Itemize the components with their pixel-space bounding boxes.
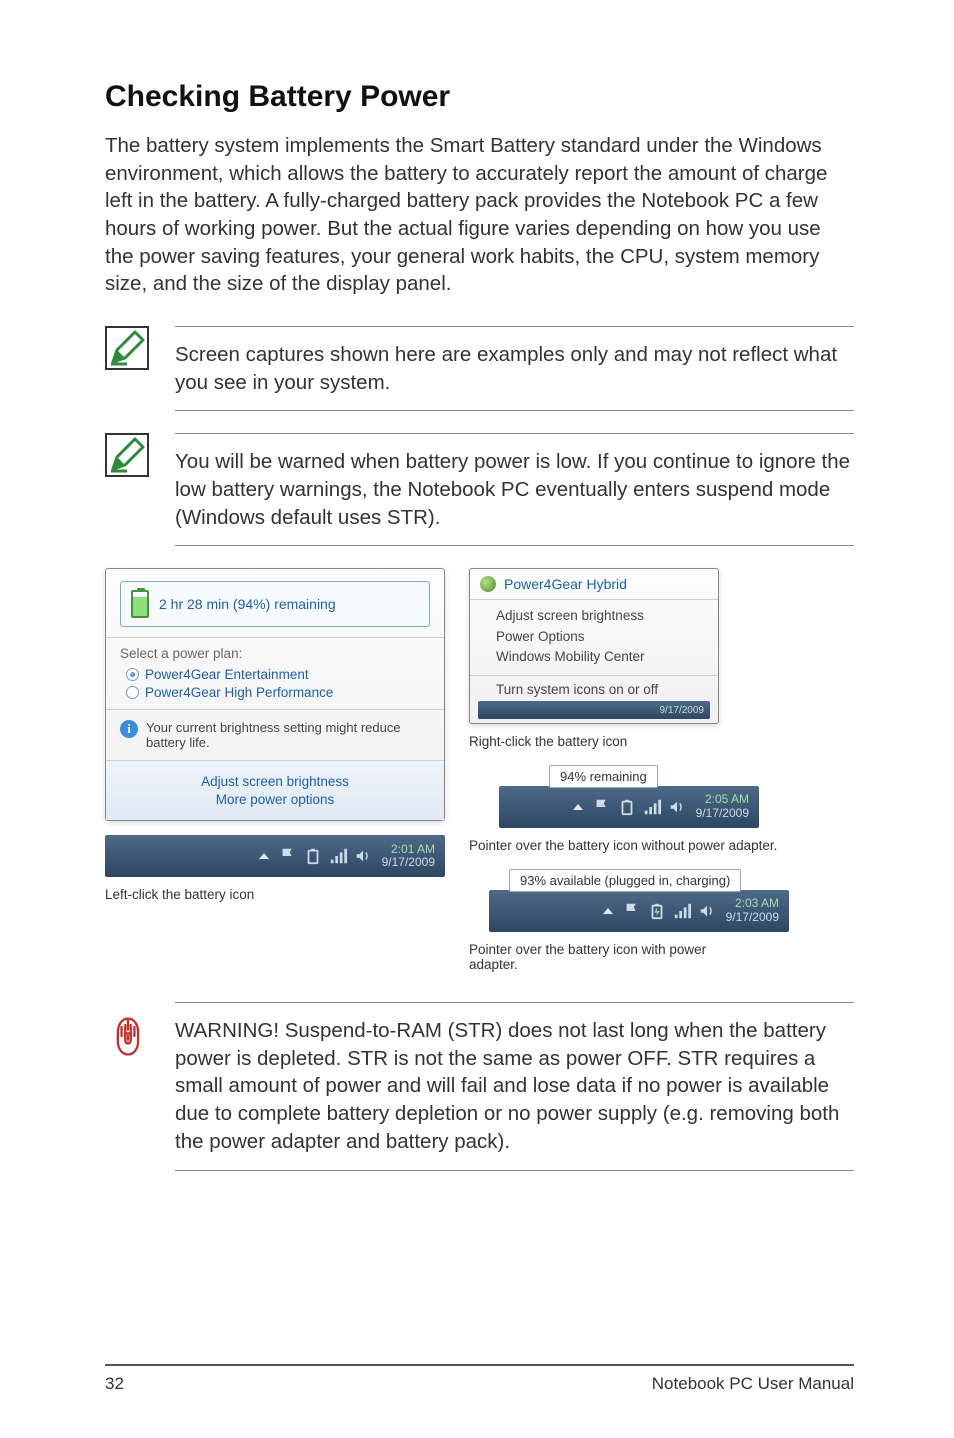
battery-left-click-popup: 2 hr 28 min (94%) remaining Select a pow… (105, 568, 445, 821)
figure-caption-right-click: Right-click the battery icon (469, 734, 849, 749)
warning-icon (105, 1002, 157, 1065)
power-plan-option[interactable]: Power4Gear High Performance (126, 685, 430, 700)
action-center-icon[interactable] (593, 798, 611, 816)
taskbar-tooltip1: 2:05 AM 9/17/2009 (499, 786, 759, 828)
manual-label: Notebook PC User Manual (652, 1374, 854, 1394)
network-icon[interactable] (643, 798, 661, 816)
power-plan-option-label: Power4Gear High Performance (145, 685, 333, 700)
battery-charging-tray-icon[interactable] (648, 902, 666, 920)
taskbar-clock[interactable]: 2:01 AM 9/17/2009 (382, 843, 435, 871)
taskbar-date: 9/17/2009 (726, 911, 779, 925)
tray-chevron-icon[interactable] (259, 853, 269, 859)
power-plan-label: Select a power plan: (120, 646, 430, 661)
context-menu-header[interactable]: Power4Gear Hybrid (470, 569, 718, 599)
action-center-icon[interactable] (623, 902, 641, 920)
context-menu-title: Power4Gear Hybrid (504, 576, 627, 592)
info-icon: i (120, 720, 138, 738)
context-menu-item[interactable]: Adjust screen brightness (496, 606, 704, 626)
battery-remaining-box: 2 hr 28 min (94%) remaining (120, 581, 430, 627)
radio-selected-icon (126, 668, 139, 681)
popup-actions: Adjust screen brightness More power opti… (106, 760, 444, 820)
taskbar-time: 2:05 AM (696, 793, 749, 807)
intro-paragraph: The battery system implements the Smart … (105, 132, 854, 298)
note-text: Screen captures shown here are examples … (175, 326, 854, 411)
battery-tray-icon[interactable] (304, 847, 322, 865)
figure-caption-tooltip2: Pointer over the battery icon with power… (469, 942, 729, 972)
taskbar-clock[interactable]: 2:03 AM 9/17/2009 (726, 897, 779, 925)
note-low-battery: You will be warned when battery power is… (105, 433, 854, 546)
power-plan-option-label: Power4Gear Entertainment (145, 667, 309, 682)
taskbar-clock[interactable]: 2:05 AM 9/17/2009 (696, 793, 749, 821)
page-number: 32 (105, 1374, 124, 1394)
volume-icon[interactable] (354, 847, 372, 865)
battery-icon (131, 590, 149, 618)
taskbar-time: 2:01 AM (382, 843, 435, 857)
power-plan-option[interactable]: Power4Gear Entertainment (126, 667, 430, 682)
network-icon[interactable] (673, 902, 691, 920)
section-title: Checking Battery Power (105, 80, 854, 114)
taskbar-date: 9/17/2009 (382, 856, 435, 870)
context-menu-item[interactable]: Power Options (496, 627, 704, 647)
warning-note: WARNING! Suspend-to-RAM (STR) does not l… (105, 1002, 854, 1170)
taskbar-left: 2:01 AM 9/17/2009 (105, 835, 445, 877)
power-plan-section: Select a power plan: Power4Gear Entertai… (106, 638, 444, 709)
battery-tooltip-unplugged: 94% remaining (549, 765, 658, 788)
figure-caption-left: Left-click the battery icon (105, 887, 445, 902)
brightness-info-text: Your current brightness setting might re… (146, 720, 430, 750)
battery-context-menu: Power4Gear Hybrid Adjust screen brightne… (469, 568, 719, 724)
battery-remaining-text: 2 hr 28 min (94%) remaining (159, 596, 336, 612)
battery-tooltip-plugged: 93% available (plugged in, charging) (509, 869, 741, 892)
tray-chevron-icon[interactable] (573, 804, 583, 810)
note-icon (105, 433, 149, 477)
taskbar-date: 9/17/2009 (696, 807, 749, 821)
brightness-info: i Your current brightness setting might … (106, 710, 444, 760)
page-footer: 32 Notebook PC User Manual (105, 1364, 854, 1394)
figure-caption-tooltip1: Pointer over the battery icon without po… (469, 838, 849, 853)
adjust-brightness-link[interactable]: Adjust screen brightness (106, 774, 444, 789)
more-power-options-link[interactable]: More power options (106, 792, 444, 807)
pencil-note-icon (107, 435, 147, 475)
context-menu-item[interactable]: Windows Mobility Center (496, 647, 704, 667)
note-text: You will be warned when battery power is… (175, 433, 854, 546)
tray-chevron-icon[interactable] (603, 908, 613, 914)
warning-hand-icon (105, 1014, 151, 1060)
taskbar-time: 2:03 AM (726, 897, 779, 911)
network-icon[interactable] (329, 847, 347, 865)
volume-icon[interactable] (668, 798, 686, 816)
context-taskbar-strip: 9/17/2009 (478, 701, 710, 719)
radio-icon (126, 686, 139, 699)
taskbar-tooltip2: 2:03 AM 9/17/2009 (489, 890, 789, 932)
power4gear-icon (480, 576, 496, 592)
note-examples: Screen captures shown here are examples … (105, 326, 854, 411)
battery-tray-icon[interactable] (618, 798, 636, 816)
warning-text: WARNING! Suspend-to-RAM (STR) does not l… (175, 1002, 854, 1170)
action-center-icon[interactable] (279, 847, 297, 865)
note-icon (105, 326, 149, 370)
pencil-note-icon (107, 328, 147, 368)
context-strip-date: 9/17/2009 (660, 705, 705, 716)
volume-icon[interactable] (698, 902, 716, 920)
